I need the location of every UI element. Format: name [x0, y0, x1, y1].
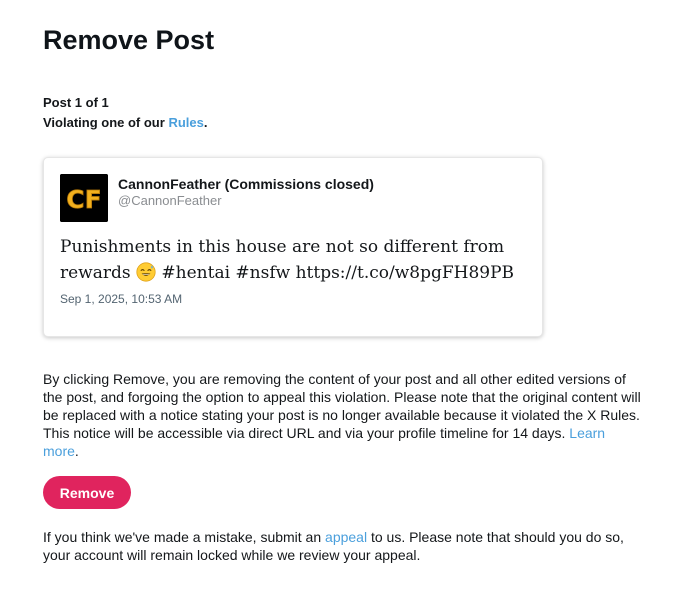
remove-button[interactable]: Remove [43, 476, 131, 509]
avatar-letters: CF [66, 185, 101, 214]
violation-line: Violating one of our Rules. [43, 113, 207, 133]
appeal-notice: If you think we've made a mistake, submi… [43, 528, 643, 564]
avatar-logo-icon: CF [60, 174, 108, 222]
violation-suffix: . [203, 115, 208, 130]
removal-description-text: By clicking Remove, you are removing the… [43, 371, 641, 441]
rules-link[interactable]: Rules [168, 115, 203, 130]
post-meta: Post 1 of 1 Violating one of our Rules. [43, 93, 207, 133]
post-text-after-emoji: #hentai #nsfw https://t.co/w8pgFH89PB [156, 263, 515, 283]
author-name: CannonFeather (Commissions closed) [118, 176, 374, 192]
violation-prefix: Violating one of our [43, 115, 169, 130]
post-date: Sep 1, 2025, 10:53 AM [60, 292, 183, 306]
removal-description-suffix: . [74, 443, 79, 459]
page-title: Remove Post [43, 25, 215, 55]
post-counter: Post 1 of 1 [43, 95, 109, 110]
post-text: Punishments in this house are not so dif… [60, 234, 530, 286]
appeal-link[interactable]: appeal [325, 529, 367, 545]
sweat-smile-emoji-icon [136, 262, 156, 282]
post-card: CF CannonFeather (Commissions closed) @C… [43, 157, 543, 337]
appeal-prefix: If you think we've made a mistake, submi… [43, 529, 326, 545]
avatar: CF [60, 174, 108, 222]
removal-description: By clicking Remove, you are removing the… [43, 370, 643, 460]
author-handle: @CannonFeather [118, 193, 222, 208]
